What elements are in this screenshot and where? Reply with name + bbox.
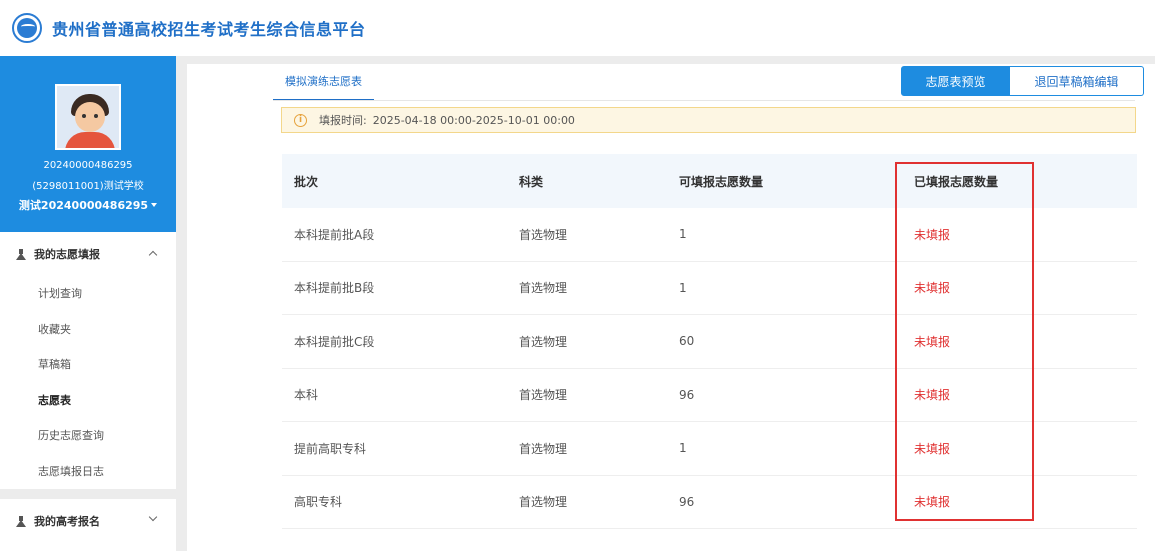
return-to-draft-button[interactable]: 退回草稿箱编辑 <box>1010 66 1144 96</box>
cell-count: 96 <box>679 494 695 509</box>
flask-icon <box>16 515 26 527</box>
notice-label: 填报时间: <box>319 114 367 127</box>
sidebar-item-log[interactable]: 志愿填报日志 <box>0 454 176 490</box>
table-row: 本科提前批C段 首选物理 60 未填报 <box>282 315 1137 369</box>
table-header: 批次 科类 可填报志愿数量 已填报志愿数量 <box>282 154 1137 208</box>
volunteer-table: 批次 科类 可填报志愿数量 已填报志愿数量 本科提前批A段 首选物理 1 未填报… <box>282 154 1137 529</box>
menu-group-exam-registration[interactable]: 我的高考报名 <box>0 499 176 543</box>
preview-button[interactable]: 志愿表预览 <box>901 66 1010 96</box>
table-row: 高职专科 首选物理 96 未填报 <box>282 476 1137 529</box>
header-category: 科类 <box>519 174 544 189</box>
sidebar: 20240000486295 (5298011001)测试学校 测试202400… <box>0 56 176 551</box>
cell-batch: 本科提前批C段 <box>294 334 375 349</box>
tab-mock-volunteer-table[interactable]: 模拟演练志愿表 <box>273 67 374 101</box>
flask-icon <box>16 248 26 260</box>
table-row: 本科提前批B段 首选物理 1 未填报 <box>282 262 1137 315</box>
cell-category: 首选物理 <box>519 281 568 296</box>
site-title: 贵州省普通高校招生考试考生综合信息平台 <box>52 20 366 39</box>
table-row: 提前高职专科 首选物理 1 未填报 <box>282 422 1137 476</box>
menu-group-label: 我的志愿填报 <box>34 248 100 261</box>
cell-category: 首选物理 <box>519 388 568 403</box>
cell-category: 首选物理 <box>519 227 568 242</box>
cell-batch: 提前高职专科 <box>294 441 367 456</box>
menu-group-label: 我的高考报名 <box>34 515 100 528</box>
cell-status: 未填报 <box>914 388 951 403</box>
cell-count: 1 <box>679 280 687 295</box>
menu-group-volunteer[interactable]: 我的志愿填报 <box>0 232 176 276</box>
divider <box>0 489 176 499</box>
header-filled-count: 已填报志愿数量 <box>914 174 999 189</box>
site-logo-icon <box>12 13 42 43</box>
cell-batch: 本科提前批B段 <box>294 281 375 296</box>
chevron-up-icon <box>148 250 158 260</box>
cell-status: 未填报 <box>914 227 951 242</box>
header-batch: 批次 <box>294 174 319 189</box>
table-row: 本科 首选物理 96 未填报 <box>282 369 1137 422</box>
cell-count: 1 <box>679 441 687 456</box>
info-icon: i <box>294 113 307 127</box>
cell-count: 1 <box>679 227 687 242</box>
cell-batch: 高职专科 <box>294 495 343 510</box>
table-row: 本科提前批A段 首选物理 1 未填报 <box>282 208 1137 262</box>
chevron-down-icon <box>148 512 158 522</box>
profile-name-dropdown[interactable]: 测试20240000486295 <box>18 197 158 213</box>
action-button-group: 志愿表预览 退回草稿箱编辑 <box>901 66 1144 96</box>
main-panel: 模拟演练志愿表 志愿表预览 退回草稿箱编辑 i 填报时间: 2025-04-18… <box>187 64 1155 551</box>
cell-category: 首选物理 <box>519 334 568 349</box>
cell-count: 60 <box>679 334 695 349</box>
cell-category: 首选物理 <box>519 441 568 456</box>
sidebar-item-drafts[interactable]: 草稿箱 <box>0 347 176 383</box>
profile-id: 20240000486295 <box>43 160 133 171</box>
sidebar-item-history-query[interactable]: 历史志愿查询 <box>0 418 176 454</box>
top-header: 贵州省普通高校招生考试考生综合信息平台 <box>0 0 1155 56</box>
tab-divider <box>273 100 1135 101</box>
cell-category: 首选物理 <box>519 495 568 510</box>
sidebar-item-plan-query[interactable]: 计划查询 <box>0 276 176 312</box>
profile-school: (5298011001)测试学校 <box>32 181 144 192</box>
sidebar-item-favorites[interactable]: 收藏夹 <box>0 312 176 348</box>
profile-card: 20240000486295 (5298011001)测试学校 测试202400… <box>0 56 176 232</box>
caret-down-icon <box>151 203 158 207</box>
cell-status: 未填报 <box>914 495 951 510</box>
header-available-count: 可填报志愿数量 <box>679 174 764 189</box>
cell-status: 未填报 <box>914 441 951 456</box>
cell-status: 未填报 <box>914 281 951 296</box>
cell-batch: 本科提前批A段 <box>294 227 375 242</box>
cell-batch: 本科 <box>294 388 319 403</box>
profile-name: 测试20240000486295 <box>18 199 149 212</box>
cell-count: 96 <box>679 387 695 402</box>
cell-status: 未填报 <box>914 334 951 349</box>
notice-time: 2025-04-18 00:00-2025-10-01 00:00 <box>372 113 575 127</box>
avatar <box>55 84 121 150</box>
fill-time-notice: i 填报时间: 2025-04-18 00:00-2025-10-01 00:0… <box>281 107 1136 133</box>
sidebar-item-volunteer-table[interactable]: 志愿表 <box>0 383 176 419</box>
